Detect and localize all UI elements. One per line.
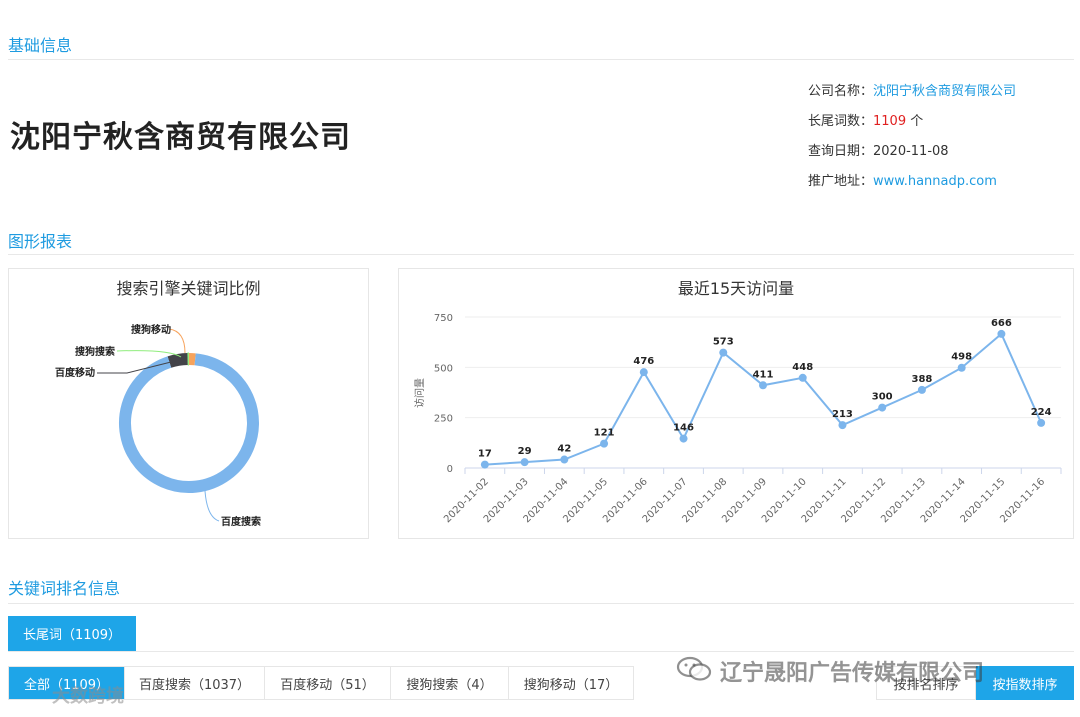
y-tick-label: 500 bbox=[434, 363, 453, 374]
data-label: 42 bbox=[557, 444, 571, 455]
info-label: 公司名称： bbox=[808, 84, 874, 99]
data-label: 411 bbox=[753, 369, 774, 380]
divider bbox=[8, 59, 1074, 60]
tab-baidu-search[interactable]: 百度搜索（1037） bbox=[125, 667, 265, 699]
info-label: 查询日期： bbox=[808, 144, 874, 159]
info-label: 推广地址： bbox=[808, 174, 874, 189]
data-point bbox=[679, 434, 688, 443]
watermark-text: 辽宁晟阳广告传媒有限公司 bbox=[720, 661, 985, 686]
data-point bbox=[639, 368, 648, 377]
data-point bbox=[798, 373, 807, 382]
data-label: 213 bbox=[832, 409, 853, 420]
data-point bbox=[917, 385, 926, 394]
promo-url-link[interactable]: www.hannadp.com bbox=[873, 174, 997, 189]
data-point bbox=[878, 403, 887, 412]
pie-label: 搜狗移动 bbox=[131, 323, 171, 336]
wechat-icon bbox=[676, 656, 712, 681]
pie-label: 百度移动 bbox=[55, 366, 95, 379]
watermark-small: 大数跨境 bbox=[52, 686, 124, 707]
sort-by-index-button[interactable]: 按指数排序 bbox=[976, 666, 1074, 700]
data-label: 224 bbox=[1031, 407, 1052, 418]
data-label: 448 bbox=[792, 362, 813, 373]
data-point bbox=[480, 460, 489, 469]
data-label: 29 bbox=[518, 446, 532, 457]
pie-chart-panel: 搜索引擎关键词比例 百度搜索 百度移动 搜狗搜索 搜狗移动 bbox=[8, 268, 369, 539]
data-point bbox=[600, 439, 609, 448]
divider bbox=[8, 603, 1074, 604]
pie-leader-line bbox=[204, 490, 220, 522]
data-label: 666 bbox=[991, 318, 1012, 329]
data-point bbox=[997, 329, 1006, 338]
data-point bbox=[957, 363, 966, 372]
data-label: 476 bbox=[633, 356, 654, 367]
y-tick-label: 750 bbox=[434, 313, 453, 324]
data-point bbox=[1037, 418, 1046, 427]
pie-label: 搜狗搜索 bbox=[75, 345, 115, 358]
pie-label: 百度搜索 bbox=[221, 515, 261, 528]
section-title-keyword-rank: 关键词排名信息 bbox=[8, 579, 121, 598]
longtail-count: 1109 bbox=[873, 114, 907, 129]
data-label: 300 bbox=[872, 392, 893, 403]
company-name-heading: 沈阳宁秋含商贸有限公司 bbox=[10, 120, 351, 155]
data-point bbox=[759, 381, 767, 390]
y-tick-label: 0 bbox=[447, 464, 453, 475]
section-title-basic-info: 基础信息 bbox=[8, 36, 73, 55]
divider bbox=[8, 254, 1074, 255]
pie-leader-line bbox=[168, 328, 186, 354]
section-title-charts: 图形报表 bbox=[8, 232, 73, 251]
pie-chart: 百度搜索 百度移动 搜狗搜索 搜狗移动 bbox=[55, 323, 261, 528]
divider bbox=[8, 651, 1074, 652]
data-label: 146 bbox=[673, 423, 694, 434]
info-company: 公司名称：沈阳宁秋含商贸有限公司 bbox=[808, 80, 1016, 99]
query-date: 2020-11-08 bbox=[873, 144, 949, 159]
data-label: 17 bbox=[478, 449, 492, 460]
data-point bbox=[520, 458, 529, 467]
tab-longtail[interactable]: 长尾词（1109） bbox=[8, 616, 136, 651]
info-date: 查询日期：2020-11-08 bbox=[808, 140, 949, 159]
data-point bbox=[838, 421, 847, 430]
pie-slice-百度搜索 bbox=[119, 353, 259, 493]
line-chart: 0250500750访问量2020-11-022020-11-032020-11… bbox=[413, 313, 1062, 525]
company-link[interactable]: 沈阳宁秋含商贸有限公司 bbox=[873, 84, 1016, 99]
data-label: 121 bbox=[594, 428, 615, 439]
y-tick-label: 250 bbox=[434, 414, 453, 425]
data-point bbox=[719, 348, 728, 357]
longtail-unit: 个 bbox=[906, 114, 924, 129]
tab-baidu-mobile[interactable]: 百度移动（51） bbox=[265, 667, 391, 699]
data-label: 573 bbox=[713, 337, 734, 348]
tab-sogou-search[interactable]: 搜狗搜索（4） bbox=[391, 667, 509, 699]
info-url: 推广地址：www.hannadp.com bbox=[808, 170, 997, 189]
info-label: 长尾词数： bbox=[808, 114, 874, 129]
line-chart-panel: 最近15天访问量 0 250 500 750 访问量 2020-11-02 2020-11-… bbox=[398, 268, 1074, 539]
data-label: 498 bbox=[951, 352, 972, 363]
tab-sogou-mobile[interactable]: 搜狗移动（17） bbox=[509, 667, 633, 699]
data-point bbox=[560, 455, 569, 464]
y-axis-title: 访问量 bbox=[413, 378, 426, 408]
info-longtail: 长尾词数：1109 个 bbox=[808, 110, 923, 129]
data-label: 388 bbox=[911, 374, 932, 385]
